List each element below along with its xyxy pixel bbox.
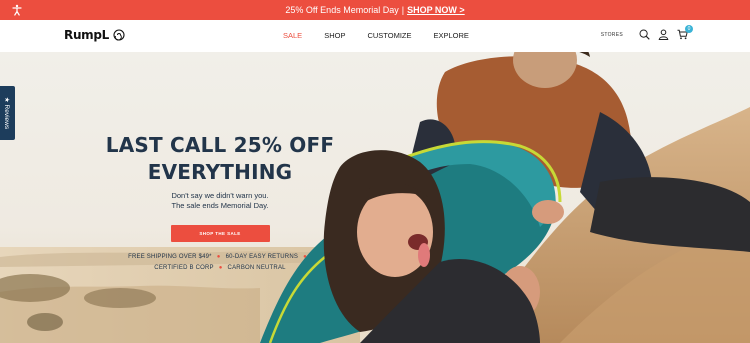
- headline-line-2: EVERYTHING: [147, 160, 293, 184]
- perk-easy-returns: 60-DAY EASY RETURNS: [225, 254, 299, 260]
- stores-link[interactable]: STORES: [601, 32, 623, 38]
- hero-banner: LAST CALL 25% OFF EVERYTHING Don't say w…: [0, 52, 750, 343]
- perk-dot-icon: ●: [216, 254, 221, 260]
- cart-count-badge: 0: [685, 25, 693, 33]
- promo-separator: |: [401, 5, 405, 15]
- cart-icon[interactable]: 0: [677, 25, 693, 40]
- search-icon[interactable]: [639, 29, 650, 40]
- nav-sale[interactable]: SALE: [283, 31, 302, 40]
- site-header: RumpL SALE SHOP CUSTOMIZE EXPLORE STORES: [0, 20, 750, 52]
- account-icon[interactable]: [658, 29, 669, 40]
- shop-now-link[interactable]: SHOP NOW >: [407, 5, 465, 15]
- nav-customize[interactable]: CUSTOMIZE: [367, 31, 411, 40]
- promo-text: 25% Off Ends Memorial Day: [285, 5, 399, 15]
- subcopy-line-1: Don't say we didn't warn you.: [171, 191, 269, 200]
- logo-spiral-icon: [113, 29, 125, 41]
- perk-b-corp: CERTIFIED B CORP: [154, 265, 214, 271]
- logo-wordmark: RumpL: [64, 28, 110, 42]
- main-nav: SALE SHOP CUSTOMIZE EXPLORE: [283, 31, 469, 40]
- perk-dot-icon: ●: [218, 265, 223, 271]
- reviews-tab[interactable]: ★ Reviews: [0, 86, 15, 140]
- perks-list: FREE SHIPPING OVER $49* ● 60-DAY EASY RETU…: [100, 252, 340, 274]
- perk-dot-icon: ●: [303, 254, 307, 260]
- rumpl-logo[interactable]: RumpL: [64, 28, 125, 42]
- hero-copy: LAST CALL 25% OFF EVERYTHING Don't say w…: [100, 132, 340, 274]
- perk-carbon-neutral: CARBON NEUTRAL: [227, 265, 286, 271]
- accessibility-icon[interactable]: [10, 3, 24, 17]
- perk-free-shipping: FREE SHIPPING OVER $49*: [128, 254, 212, 260]
- header-utility: STORES 0: [601, 25, 693, 40]
- nav-explore[interactable]: EXPLORE: [433, 31, 468, 40]
- headline-line-1: LAST CALL 25% OFF: [105, 133, 335, 157]
- shop-the-sale-button[interactable]: SHOP THE SALE: [170, 225, 270, 242]
- promo-bar: 25% Off Ends Memorial Day | SHOP NOW >: [0, 0, 750, 20]
- hero-headline: LAST CALL 25% OFF EVERYTHING: [100, 132, 340, 186]
- reviews-tab-label: ★ Reviews: [3, 96, 11, 130]
- subcopy-line-2: The sale ends Memorial Day.: [171, 201, 269, 210]
- hero-subcopy: Don't say we didn't warn you. The sale e…: [100, 191, 340, 211]
- nav-shop[interactable]: SHOP: [324, 31, 345, 40]
